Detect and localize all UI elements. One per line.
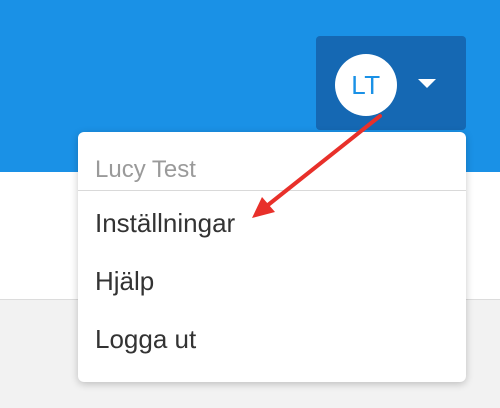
- user-dropdown-menu: Lucy Test Inställningar Hjälp Logga ut: [78, 132, 466, 382]
- menu-item-help[interactable]: Hjälp: [78, 252, 466, 308]
- menu-item-label: Inställningar: [95, 208, 236, 238]
- menu-item-settings[interactable]: Inställningar: [78, 194, 466, 250]
- user-menu-button[interactable]: LT: [316, 36, 466, 130]
- menu-item-label: Hjälp: [95, 266, 155, 296]
- avatar: LT: [335, 54, 397, 116]
- caret-down-icon: [418, 79, 436, 88]
- menu-item-logout[interactable]: Logga ut: [78, 310, 466, 366]
- page: LT Lucy Test Inställningar Hjälp Logga u…: [0, 0, 500, 408]
- dropdown-user-name: Lucy Test: [95, 156, 196, 183]
- menu-item-label: Logga ut: [95, 324, 197, 354]
- dropdown-divider: [78, 190, 466, 191]
